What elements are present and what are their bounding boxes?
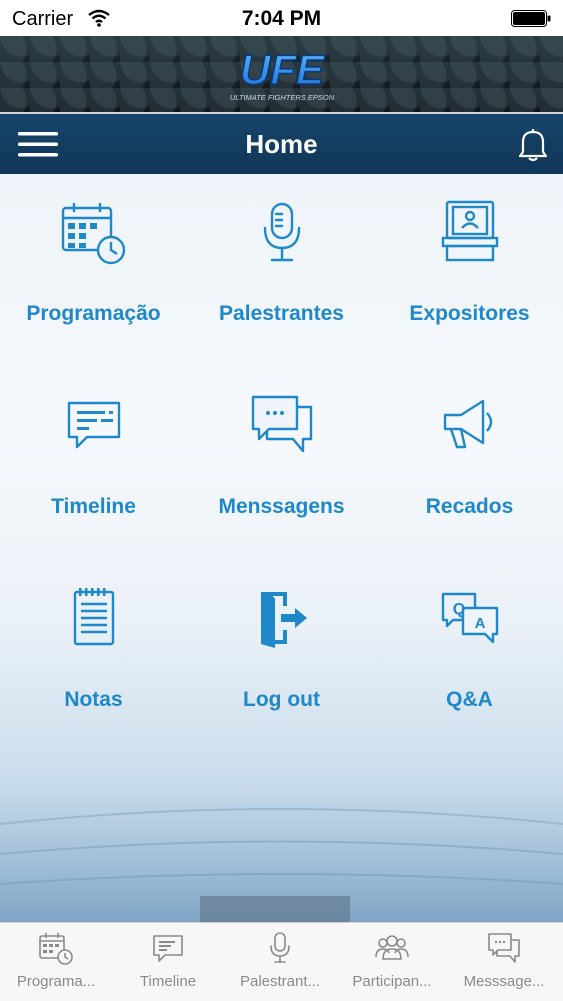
exit-door-icon xyxy=(260,592,307,648)
tab-palestrantes[interactable]: Palestrant... xyxy=(224,923,336,1001)
bell-icon[interactable] xyxy=(515,126,551,162)
megaphone-icon xyxy=(443,399,492,449)
tile-label: Timeline xyxy=(51,495,136,518)
calendar-clock-icon xyxy=(39,933,73,965)
tile-qa[interactable]: Q A Q&A xyxy=(376,560,563,753)
tile-label: Recados xyxy=(425,495,514,518)
home-grid: Programação Palestrantes Expositores Tim… xyxy=(0,174,563,922)
svg-text:Q: Q xyxy=(452,601,464,618)
battery-icon xyxy=(511,10,551,27)
tab-label: Messsage... xyxy=(463,973,545,990)
message-bubble-icon xyxy=(67,401,120,449)
tab-label: Palestrant... xyxy=(239,973,321,990)
notepad-icon xyxy=(73,588,114,646)
tile-label: Q&A xyxy=(446,688,493,711)
tab-programacao[interactable]: Programa... xyxy=(0,923,112,1001)
tab-label: Participan... xyxy=(352,973,432,990)
tab-participantes[interactable]: Participan... xyxy=(336,923,448,1001)
qa-bubbles-icon: Q A xyxy=(441,592,498,644)
tile-label: Notas xyxy=(64,688,123,711)
page-title: Home xyxy=(245,129,318,159)
svg-text:UFE: UFE xyxy=(240,46,326,93)
tile-menssagens[interactable]: Menssagens xyxy=(188,367,375,560)
tile-label: Menssagens xyxy=(218,495,345,518)
status-time: 7:04 PM xyxy=(241,7,322,30)
tab-label: Programa... xyxy=(16,973,96,990)
svg-text:ULTIMATE FIGHTERS EPSON: ULTIMATE FIGHTERS EPSON xyxy=(230,93,335,102)
microphone-icon xyxy=(263,202,300,262)
tile-label: Palestrantes xyxy=(219,302,344,325)
tile-label: Log out xyxy=(243,688,320,711)
status-bar: Carrier 7:04 PM xyxy=(0,0,563,36)
ufe-logo: UFE ULTIMATE FIGHTERS EPSON xyxy=(230,45,335,102)
people-icon xyxy=(375,935,409,960)
svg-text:A: A xyxy=(474,615,485,632)
tab-bar: Programa... Timeline Palestrant... Parti… xyxy=(0,922,563,1001)
tile-timeline[interactable]: Timeline xyxy=(0,367,187,560)
tile-recados[interactable]: Recados xyxy=(376,367,563,560)
nav-bar: Home xyxy=(0,114,563,174)
brand-banner: UFE ULTIMATE FIGHTERS EPSON xyxy=(0,36,563,114)
chat-bubbles-icon xyxy=(251,395,312,453)
tile-palestrantes[interactable]: Palestrantes xyxy=(188,174,375,367)
message-bubble-icon xyxy=(153,935,183,962)
tab-messages[interactable]: Messsage... xyxy=(448,923,560,1001)
tab-label: Timeline xyxy=(139,973,197,990)
tile-notas[interactable]: Notas xyxy=(0,560,187,753)
exhibitor-booth-icon xyxy=(441,200,498,262)
tab-timeline[interactable]: Timeline xyxy=(112,923,224,1001)
chat-bubbles-icon xyxy=(488,933,520,963)
tile-programacao[interactable]: Programação xyxy=(0,174,187,367)
microphone-icon xyxy=(270,932,290,963)
calendar-clock-icon xyxy=(61,203,125,265)
tile-expositores[interactable]: Expositores xyxy=(376,174,563,367)
tile-label: Programação xyxy=(26,302,161,325)
tile-log-out[interactable]: Log out xyxy=(188,560,375,753)
tile-label: Expositores xyxy=(409,302,530,325)
